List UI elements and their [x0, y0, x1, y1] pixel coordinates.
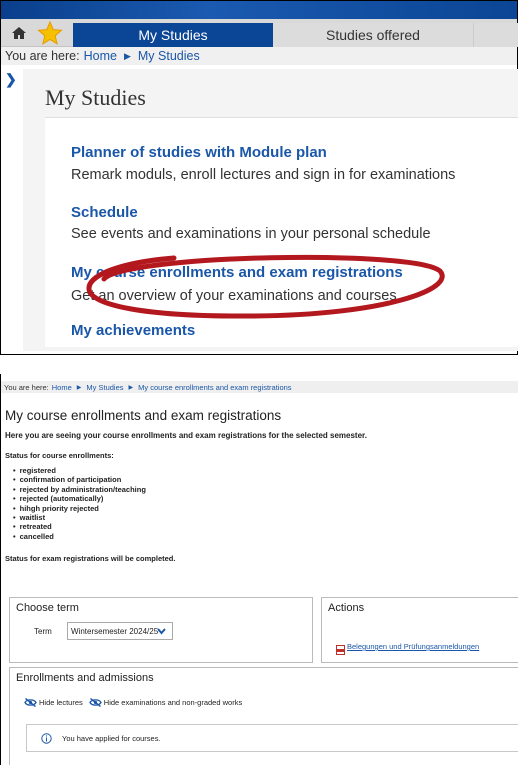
breadcrumb: You are here: Home ▶ My Studies: [1, 47, 517, 65]
breadcrumb-prefix: You are here:: [5, 49, 80, 63]
pdf-icon: [336, 642, 345, 655]
actions-title: Actions: [328, 602, 365, 614]
tab-my-studies[interactable]: My Studies: [73, 23, 273, 47]
term-select-value: Wintersemester 2024/25: [71, 626, 159, 636]
info-text: You have applied for courses.: [62, 733, 161, 743]
enrollments-title: Enrollments and admissions: [16, 672, 154, 684]
hide-lectures-label: Hide lectures: [39, 698, 83, 707]
list-item: rejected by administration/teaching: [13, 485, 146, 494]
tab-more[interactable]: [473, 23, 518, 47]
breadcrumb-2-separator-icon: ▶: [128, 384, 134, 391]
list-item: confirmation of participation: [13, 475, 146, 484]
sidebar-toggle-icon[interactable]: ❯: [5, 71, 17, 88]
menu-desc-schedule: See events and examinations in your pers…: [71, 226, 431, 242]
tab-studies-offered[interactable]: Studies offered: [273, 23, 473, 47]
breadcrumb-2-enrollments-link[interactable]: My course enrollments and exam registrat…: [138, 383, 291, 392]
breadcrumb-separator-icon: ▶: [123, 50, 131, 61]
page-title-2: My course enrollments and exam registrat…: [5, 408, 282, 423]
eye-slash-icon: [24, 698, 37, 707]
list-item: waitlist: [13, 513, 146, 522]
main-navbar: My Studies Studies offered: [1, 19, 518, 47]
menu-link-achievements[interactable]: My achievements: [71, 322, 195, 339]
highlight-ellipse: [86, 254, 445, 319]
star-favorites-icon[interactable]: [37, 20, 63, 45]
enrollments-screenshot: You are here: Home ▶ My Studies ▶ My cou…: [0, 374, 518, 765]
breadcrumb-2: You are here: Home ▶ My Studies ▶ My cou…: [1, 381, 518, 393]
page-title: My Studies: [45, 85, 146, 110]
header-banner: [1, 1, 517, 19]
intro-text: Here you are seeing your course enrollme…: [5, 431, 367, 440]
choose-term-title: Choose term: [16, 602, 79, 614]
chevron-down-icon: [157, 628, 166, 635]
breadcrumb-2-prefix: You are here:: [4, 382, 49, 392]
status-heading: Status for course enrollments:: [5, 451, 114, 460]
exam-note: Status for exam registrations will be co…: [5, 554, 176, 563]
list-item: retreated: [13, 522, 146, 531]
enrollments-pdf-link[interactable]: Belegungen und Prüfungsanmeldungen: [347, 642, 479, 651]
list-item: registered: [13, 466, 146, 475]
menu-link-schedule[interactable]: Schedule: [71, 204, 138, 221]
breadcrumb-home-link[interactable]: Home: [84, 49, 117, 63]
menu-link-planner[interactable]: Planner of studies with Module plan: [71, 144, 327, 161]
actions-panel: Actions Belegungen und Prüfungsanmeldung…: [321, 597, 518, 663]
list-item: rejected (automatically): [13, 494, 146, 503]
faded-logo: [5, 2, 45, 17]
term-label: Term: [34, 627, 52, 636]
home-icon[interactable]: [11, 26, 27, 40]
list-item: cancelled: [13, 532, 146, 541]
breadcrumb-2-my-studies-link[interactable]: My Studies: [86, 383, 123, 392]
menu-desc-planner: Remark moduls, enroll lectures and sign …: [71, 167, 456, 183]
status-list: registered confirmation of participation…: [13, 466, 146, 541]
breadcrumb-my-studies-link[interactable]: My Studies: [138, 49, 200, 63]
hide-examinations-button[interactable]: Hide examinations and non-graded works: [89, 698, 242, 707]
breadcrumb-2-home-link[interactable]: Home: [52, 383, 72, 392]
enrollments-panel: Enrollments and admissions Hide lectures…: [9, 667, 518, 765]
list-item: hihgh priority rejected: [13, 504, 146, 513]
title-divider: [45, 117, 518, 118]
choose-term-panel: Choose term Term Wintersemester 2024/25: [9, 597, 313, 663]
hide-examinations-label: Hide examinations and non-graded works: [103, 698, 243, 707]
breadcrumb-2-separator-icon: ▶: [76, 384, 82, 391]
hide-lectures-button[interactable]: Hide lectures: [24, 698, 83, 707]
term-select[interactable]: Wintersemester 2024/25: [67, 622, 173, 640]
info-icon: [41, 732, 52, 744]
eye-slash-icon: [89, 698, 102, 707]
info-message: You have applied for courses.: [26, 724, 518, 752]
enrollment-filters: Hide lectures Hide examinations and non-…: [24, 698, 248, 707]
